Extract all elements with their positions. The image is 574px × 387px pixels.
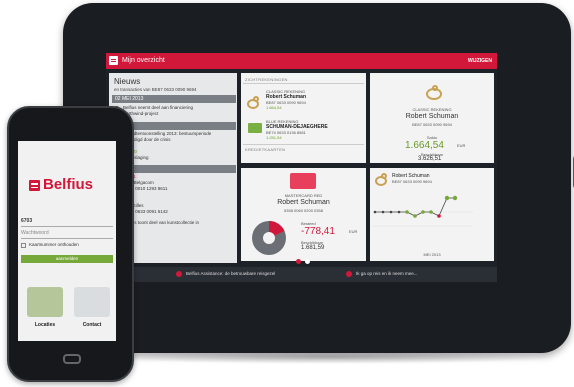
divider — [243, 144, 364, 145]
news-subtitle: en transacties van BE87 0633 0090 9694 — [114, 87, 197, 92]
login-button[interactable]: aanmelden — [21, 255, 113, 263]
card-number: 5358 0060 0200 0358 — [284, 208, 323, 213]
divider — [243, 83, 364, 84]
account-iban: BE87 0633 0090 9694 — [412, 122, 452, 127]
balance-chart-card[interactable]: Robert Schuman BE87 0633 0090 9694 MEI 2… — [370, 168, 494, 261]
page-indicator-active[interactable] — [296, 259, 301, 264]
edit-button[interactable]: WIJZIGEN — [468, 58, 492, 64]
page-indicator[interactable] — [305, 259, 310, 264]
card-holder: Robert Schuman — [277, 199, 330, 206]
chart-month: MEI 2013 — [423, 252, 441, 257]
section-header: KREDIETKAARTEN — [245, 147, 286, 152]
account-balance: 1.251,54 — [266, 135, 282, 140]
spent-value: -778,41 — [301, 226, 335, 237]
tablet-screen: Mijn overzicht WIJZIGEN Nieuws en transa… — [106, 53, 497, 282]
account-iban: BE87 0633 0090 9694 — [392, 179, 432, 184]
mastercard-card[interactable]: MASTERCARD RED Robert Schuman 5358 0060 … — [241, 168, 366, 261]
classic-account-icon — [247, 96, 259, 109]
section-header: ZICHTREKENINGEN — [245, 77, 288, 82]
arrow-icon — [176, 271, 182, 277]
promo-link[interactable]: Ik ga op reis en ik neem mee... — [356, 271, 418, 276]
classic-account-card[interactable]: CLASSIC REKENING Robert Schuman BE87 063… — [370, 73, 494, 163]
locations-icon[interactable] — [27, 287, 63, 317]
belfius-logo-icon — [29, 180, 40, 191]
arrow-icon — [346, 271, 352, 277]
promo-link[interactable]: Belfius Assistance: de betrouwbare reisg… — [186, 271, 275, 276]
card-type: MASTERCARD RED — [284, 193, 323, 198]
remember-checkbox[interactable] — [21, 243, 26, 248]
password-field[interactable]: Wachtwoord — [21, 229, 113, 239]
contact-label: Contact — [82, 322, 102, 328]
date-header: 02 MEI 2013 — [112, 95, 236, 103]
credit-card-icon — [290, 173, 316, 189]
news-title: Nieuws — [114, 77, 141, 86]
accounts-list: ZICHTREKENINGEN CLASSIC REKENING Robert … — [241, 73, 366, 163]
blue-account-icon — [248, 123, 262, 133]
available-value: 3.626,51 — [418, 156, 442, 162]
classic-account-icon — [375, 173, 387, 186]
news-item[interactable]: wereldtentoonstelling 2013: bestuursperi… — [123, 131, 211, 143]
balance-line-chart — [373, 195, 473, 227]
top-bar: Mijn overzicht WIJZIGEN — [106, 53, 497, 69]
remember-label: Kaartnummer onthouden — [29, 242, 79, 247]
news-item[interactable]: Belfius neemt deel aan financiering North… — [123, 105, 193, 117]
spending-pie-chart — [252, 221, 286, 255]
currency: EUR — [457, 143, 466, 148]
contact-icon[interactable] — [74, 287, 110, 317]
account-holder: Robert Schuman — [405, 113, 459, 120]
currency: EUR — [349, 229, 358, 234]
page-title: Mijn overzicht — [122, 57, 165, 64]
available-value: 1.681,59 — [301, 245, 325, 251]
phone-screen: Belfius 6703 Wachtwoord Kaartnummer onth… — [18, 141, 116, 341]
news-item[interactable]: Belfius toont deel van kunstcollectie in — [123, 220, 199, 226]
belfius-logo-icon — [109, 56, 118, 65]
phone-home-button[interactable] — [63, 354, 81, 364]
card-number-field[interactable]: 6703 — [21, 217, 113, 227]
classic-account-icon — [426, 85, 442, 100]
brand-name: Belfius — [43, 176, 94, 193]
locations-label: Locaties — [34, 322, 56, 328]
bottom-bar: Belfius Assistance: de betrouwbare reisg… — [106, 267, 497, 282]
account-balance: 1.664,54 — [266, 105, 282, 110]
saldo-value: 1.664,54 — [405, 140, 444, 151]
account-type: CLASSIC REKENING — [412, 107, 452, 112]
